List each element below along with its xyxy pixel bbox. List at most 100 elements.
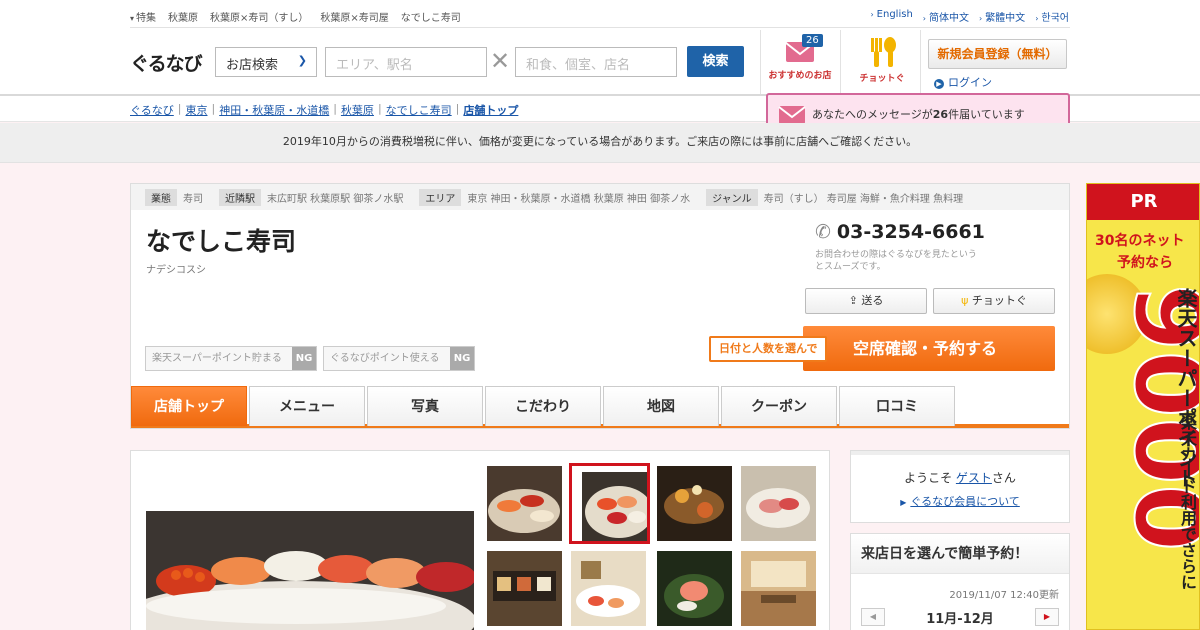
- tab-photos[interactable]: 写真: [367, 386, 483, 426]
- tab-menu[interactable]: メニュー: [249, 386, 365, 426]
- breadcrumb: ぐるなび | 東京 | 神田・秋葉原・水道橋 | 秋葉原 | なでしこ寿司 | 店舗トップ: [130, 102, 518, 118]
- photo-thumb[interactable]: [487, 466, 562, 541]
- updated-timestamp: 2019/11/07 12:40更新: [949, 590, 1059, 601]
- header-separator: [920, 30, 921, 94]
- breadcrumb-akihabara[interactable]: 秋葉原: [341, 102, 374, 118]
- area-input[interactable]: エリア、駅名: [325, 47, 487, 77]
- guest-link[interactable]: ゲスト: [956, 471, 992, 485]
- meta-key: 近隣駅: [219, 188, 261, 206]
- lang-traditional-chinese[interactable]: › 繁體中文: [979, 9, 1025, 24]
- banner-line-2: 予約なら: [1117, 255, 1173, 271]
- member-info-link[interactable]: ▶ ぐるなび会員について: [851, 493, 1069, 509]
- share-icon: ⇪: [848, 294, 862, 307]
- quick-reservation: 来店日を選んで簡単予約！ 2019/11/07 12:40更新 ◀ 11月-12…: [850, 533, 1070, 630]
- shop-header-card: 業態 寿司 近隣駅 末広町駅 秋葉原駅 御茶ノ水駅 エリア 東京 神田・秋葉原・水道橋…: [130, 183, 1070, 429]
- chevron-right-icon: ›: [978, 14, 983, 23]
- meta-key: エリア: [419, 188, 462, 206]
- arrow-circle-icon: ▶: [934, 79, 944, 89]
- meta-value: 寿司（すし） 寿司屋 海鮮・魚介料理 魚料理: [763, 193, 964, 205]
- top-links: ▾ 特集 秋葉原 秋葉原×寿司（すし） 秋葉原×寿司屋 なでしこ寿司: [130, 9, 461, 24]
- send-button[interactable]: ⇪ 送る: [805, 288, 927, 314]
- tab-features[interactable]: こだわり: [485, 386, 601, 426]
- tab-map[interactable]: 地図: [603, 386, 719, 426]
- breadcrumb-tokyo[interactable]: 東京: [186, 102, 208, 118]
- breadcrumb-separator: |: [177, 102, 182, 115]
- photo-thumb[interactable]: [487, 551, 562, 626]
- gnavi-logo[interactable]: ぐるなび: [130, 49, 203, 76]
- breadcrumb-separator: |: [211, 102, 216, 115]
- rakuten-pr-banner[interactable]: PR 30名のネット 予約なら 9000 楽天スーパーポイント 楽天カード利用で…: [1086, 183, 1200, 630]
- search-button[interactable]: 検索: [687, 46, 744, 77]
- message-notification-text: あなたへのメッセージが26件届いています: [812, 108, 1025, 121]
- chotto-gu-button[interactable]: チョットぐ: [844, 33, 920, 93]
- triangle-right-icon: ▶: [1043, 612, 1051, 621]
- banner-vertical-2: 楽天カード利用でさらに: [1178, 414, 1197, 590]
- top-link-feature[interactable]: ▾ 特集: [130, 9, 156, 24]
- search-type-select[interactable]: お店検索 ❯: [215, 47, 317, 77]
- breadcrumb-separator: |: [377, 102, 382, 115]
- login-link[interactable]: ▶ ログイン: [934, 74, 992, 90]
- phone-icon: ✆: [815, 221, 831, 243]
- lang-korean[interactable]: › 한국어: [1035, 9, 1069, 24]
- mail-count-badge: 26: [802, 34, 823, 47]
- envelope-icon: [778, 106, 806, 124]
- register-button[interactable]: 新規会員登録（無料）: [928, 39, 1067, 69]
- lang-english[interactable]: › English: [870, 9, 912, 24]
- recommended-shops-button[interactable]: 26 おすすめのお店: [762, 33, 838, 93]
- top-link-akihabara-sushiya[interactable]: 秋葉原×寿司屋: [320, 9, 388, 24]
- tax-notice: 2019年10月からの消費税増税に伴い、価格が変更になっている場合があります。ご…: [0, 123, 1200, 163]
- global-header: ▾ 特集 秋葉原 秋葉原×寿司（すし） 秋葉原×寿司屋 なでしこ寿司 › Engli…: [0, 0, 1200, 96]
- language-links: › English › 简体中文 › 繁體中文 › 한국어: [870, 9, 1069, 24]
- shop-name-kana: ナデシコスシ: [146, 265, 206, 276]
- top-link-akihabara[interactable]: 秋葉原: [168, 9, 198, 24]
- caret-down-icon: ▾: [130, 14, 135, 23]
- cross-icon: ✕: [490, 47, 511, 75]
- recommended-shops-label: おすすめのお店: [768, 71, 832, 81]
- photo-thumb[interactable]: [571, 551, 646, 626]
- photo-thumb-selected[interactable]: [569, 463, 650, 544]
- photo-thumb[interactable]: [657, 466, 732, 541]
- lang-simplified-chinese[interactable]: › 简体中文: [923, 9, 969, 24]
- top-link-akihabara-sushi[interactable]: 秋葉原×寿司（すし）: [210, 9, 308, 24]
- gnavi-points-badge: ぐるなびポイント使える NG: [323, 346, 475, 371]
- reserve-button[interactable]: 空席確認・予約する: [803, 326, 1055, 371]
- quick-reservation-title: 来店日を選んで簡単予約！: [851, 534, 1069, 574]
- rakuten-points-badge: 楽天スーパーポイント貯まる NG: [145, 346, 317, 371]
- main-photo: [146, 511, 474, 630]
- phone-note: お問合わせの際はぐるなびを見たというとスムーズです。: [815, 250, 977, 272]
- meta-value: 寿司: [183, 193, 203, 205]
- photo-gallery: [130, 450, 830, 630]
- meta-value: 末広町駅 秋葉原駅 御茶ノ水駅: [267, 193, 404, 205]
- chotto-gu-shop-button[interactable]: ψ チョットぐ: [933, 288, 1055, 314]
- pr-label: PR: [1087, 184, 1199, 220]
- meta-key: 業態: [145, 188, 177, 206]
- breadcrumb-kanda[interactable]: 神田・秋葉原・水道橋: [219, 102, 329, 118]
- breadcrumb-shop[interactable]: なでしこ寿司: [386, 102, 452, 118]
- keyword-input[interactable]: 和食、個室、店名: [515, 47, 677, 77]
- header-divider: [130, 27, 1070, 28]
- next-month-button[interactable]: ▶: [1035, 608, 1059, 626]
- breadcrumb-separator: |: [333, 102, 337, 115]
- tab-reviews[interactable]: 口コミ: [839, 386, 955, 426]
- header-separator: [840, 30, 841, 94]
- chevron-down-icon: ❯: [297, 54, 307, 67]
- meta-key: ジャンル: [706, 188, 758, 206]
- chevron-right-icon: ▶: [900, 498, 907, 507]
- fork-spoon-icon: [871, 37, 896, 67]
- tab-shop-top[interactable]: 店舗トップ: [131, 386, 247, 426]
- breadcrumb-gnavi[interactable]: ぐるなび: [130, 102, 174, 118]
- photo-thumb[interactable]: [741, 466, 816, 541]
- chotto-gu-label: チョットぐ: [859, 74, 905, 84]
- reserve-hint: 日付と人数を選んで: [709, 336, 828, 362]
- photo-thumb[interactable]: [741, 551, 816, 626]
- breadcrumb-shop-top[interactable]: 店舗トップ: [463, 102, 518, 118]
- welcome-box: ようこそ ゲストさん ▶ ぐるなび会員について: [850, 450, 1070, 523]
- photo-thumb[interactable]: [657, 551, 732, 626]
- shop-meta: 業態 寿司 近隣駅 末広町駅 秋葉原駅 御茶ノ水駅 エリア 東京 神田・秋葉原・水道橋…: [131, 184, 1069, 210]
- meta-value: 東京 神田・秋葉原・水道橋 秋葉原 神田 御茶ノ水: [467, 193, 691, 205]
- shop-tabs: 店舗トップ メニュー 写真 こだわり 地図 クーポン 口コミ: [131, 386, 1069, 428]
- phone-number: ✆ 03-3254-6661: [815, 221, 985, 243]
- tab-coupons[interactable]: クーポン: [721, 386, 837, 426]
- top-link-shop[interactable]: なでしこ寿司: [401, 9, 461, 24]
- fork-spoon-icon: ψ: [961, 294, 972, 307]
